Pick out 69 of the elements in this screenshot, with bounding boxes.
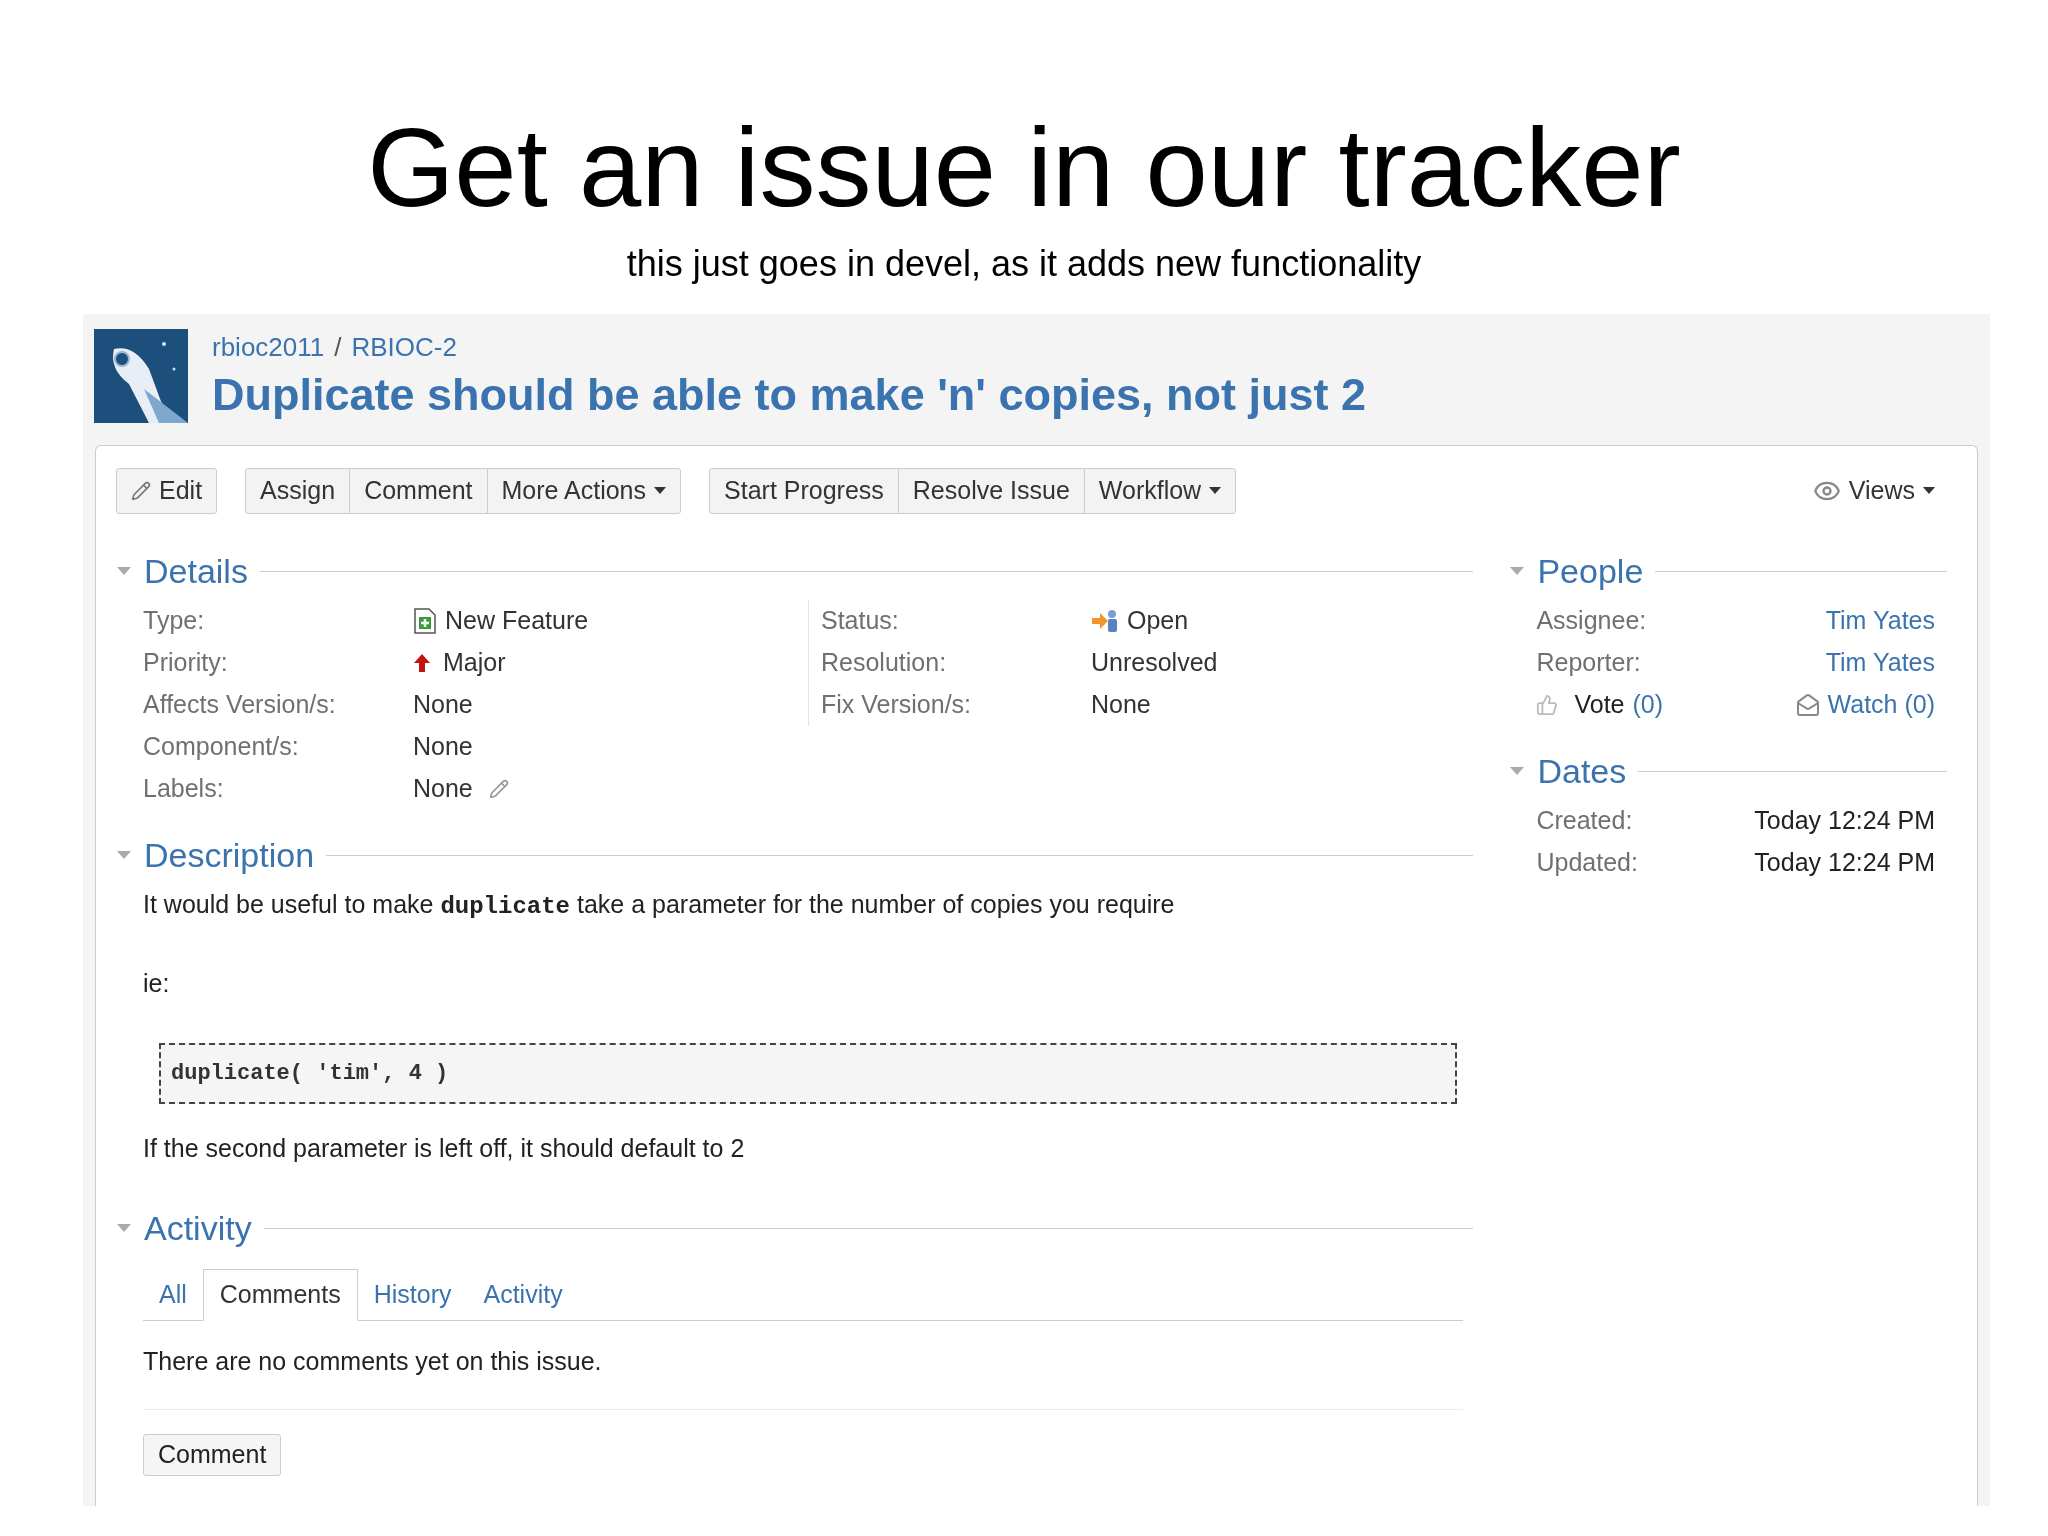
collapse-icon[interactable] bbox=[116, 565, 132, 577]
activity-tab[interactable]: History bbox=[357, 1269, 468, 1321]
user-link[interactable]: Tim Yates bbox=[1825, 602, 1935, 640]
section-heading[interactable]: People bbox=[1537, 554, 1644, 588]
activity-tab[interactable]: Activity bbox=[467, 1269, 579, 1321]
thumbs-up-icon[interactable] bbox=[1536, 694, 1559, 716]
breadcrumb-link[interactable]: rbioc2011 bbox=[212, 328, 325, 367]
user-link[interactable]: Tim Yates bbox=[1825, 644, 1935, 682]
toolbar-button[interactable]: Start Progress bbox=[710, 469, 898, 513]
section-heading[interactable]: Details bbox=[144, 554, 248, 588]
description-text: ie: bbox=[143, 968, 171, 999]
field-value: Major bbox=[443, 647, 506, 679]
field-label: Component/s: bbox=[143, 731, 300, 763]
description-text: It would be useful to make duplicate take a parameter for the number of copies you require bbox=[143, 889, 1176, 922]
field-value: Open bbox=[1127, 605, 1189, 637]
rocket-icon bbox=[94, 328, 188, 423]
toolbar-button[interactable]: Resolve Issue bbox=[897, 469, 1084, 513]
field-label: Assignee: bbox=[1536, 605, 1647, 637]
pencil-icon bbox=[131, 481, 151, 501]
field-label: Labels: bbox=[143, 773, 225, 805]
breadcrumb-separator: / bbox=[334, 331, 342, 364]
field-label: Updated: bbox=[1536, 847, 1638, 879]
field-label: Created: bbox=[1536, 805, 1633, 837]
issue-summary: Duplicate should be able to make 'n' copies, not just 2 bbox=[212, 368, 1367, 422]
description-text: If the second parameter is left off, it should default to 2 bbox=[143, 1132, 746, 1164]
field-label: Fix Version/s: bbox=[821, 689, 973, 721]
field-value: New Feature bbox=[445, 605, 589, 637]
field-label: Reporter: bbox=[1536, 647, 1641, 679]
section-heading[interactable]: Activity bbox=[144, 1211, 252, 1245]
section-heading[interactable]: Dates bbox=[1537, 754, 1627, 788]
watch-link[interactable]: Watch (0) bbox=[1827, 686, 1935, 724]
date-value: Today 12:24 PM bbox=[1754, 805, 1935, 837]
vote-label: Vote bbox=[1574, 689, 1625, 721]
slide-title: Get an issue in our tracker bbox=[367, 108, 1681, 228]
collapse-icon[interactable] bbox=[116, 849, 132, 861]
collapse-icon[interactable] bbox=[1509, 765, 1526, 777]
field-value: None bbox=[413, 731, 473, 763]
date-value: Today 12:24 PM bbox=[1754, 847, 1935, 879]
section-heading[interactable]: Description bbox=[144, 838, 315, 872]
collapse-icon[interactable] bbox=[116, 1222, 132, 1234]
field-value: None bbox=[413, 689, 473, 721]
toolbar-button[interactable]: Comment bbox=[349, 469, 487, 513]
views-button[interactable]: Views bbox=[1812, 472, 1935, 510]
field-label: Priority: bbox=[143, 647, 229, 679]
field-label: Affects Version/s: bbox=[143, 689, 337, 721]
field-label: Status: bbox=[821, 605, 900, 637]
collapse-icon[interactable] bbox=[1509, 565, 1526, 577]
page-plus-icon bbox=[413, 608, 437, 634]
envelope-icon bbox=[1795, 693, 1820, 717]
activity-tab[interactable]: All bbox=[143, 1269, 203, 1321]
toolbar-button[interactable]: Edit bbox=[117, 469, 217, 513]
empty-message: There are no comments yet on this issue. bbox=[143, 1346, 603, 1377]
breadcrumb-link[interactable]: RBIOC-2 bbox=[351, 328, 457, 367]
vote-count[interactable]: (0) bbox=[1632, 686, 1664, 724]
toolbar-button[interactable]: Assign bbox=[246, 469, 350, 513]
pencil-icon[interactable] bbox=[488, 779, 509, 799]
field-value: Unresolved bbox=[1091, 647, 1218, 679]
activity-tab[interactable]: Comments bbox=[202, 1269, 358, 1321]
person-arrow-icon bbox=[1091, 608, 1119, 634]
field-label: Type: bbox=[143, 605, 206, 637]
field-value: None bbox=[413, 773, 473, 805]
up-arrow-icon bbox=[413, 653, 431, 673]
code-block: duplicate( 'tim', 4 ) bbox=[159, 1042, 1458, 1104]
toolbar-button[interactable]: Workflow bbox=[1083, 469, 1236, 513]
toolbar-button[interactable]: More Actions bbox=[486, 469, 681, 513]
comment-button[interactable]: Comment bbox=[143, 1433, 282, 1476]
field-value: None bbox=[1091, 689, 1151, 721]
slide-subtitle: this just goes in devel, as it adds new functionality bbox=[626, 242, 1422, 286]
field-label: Resolution: bbox=[821, 647, 948, 679]
